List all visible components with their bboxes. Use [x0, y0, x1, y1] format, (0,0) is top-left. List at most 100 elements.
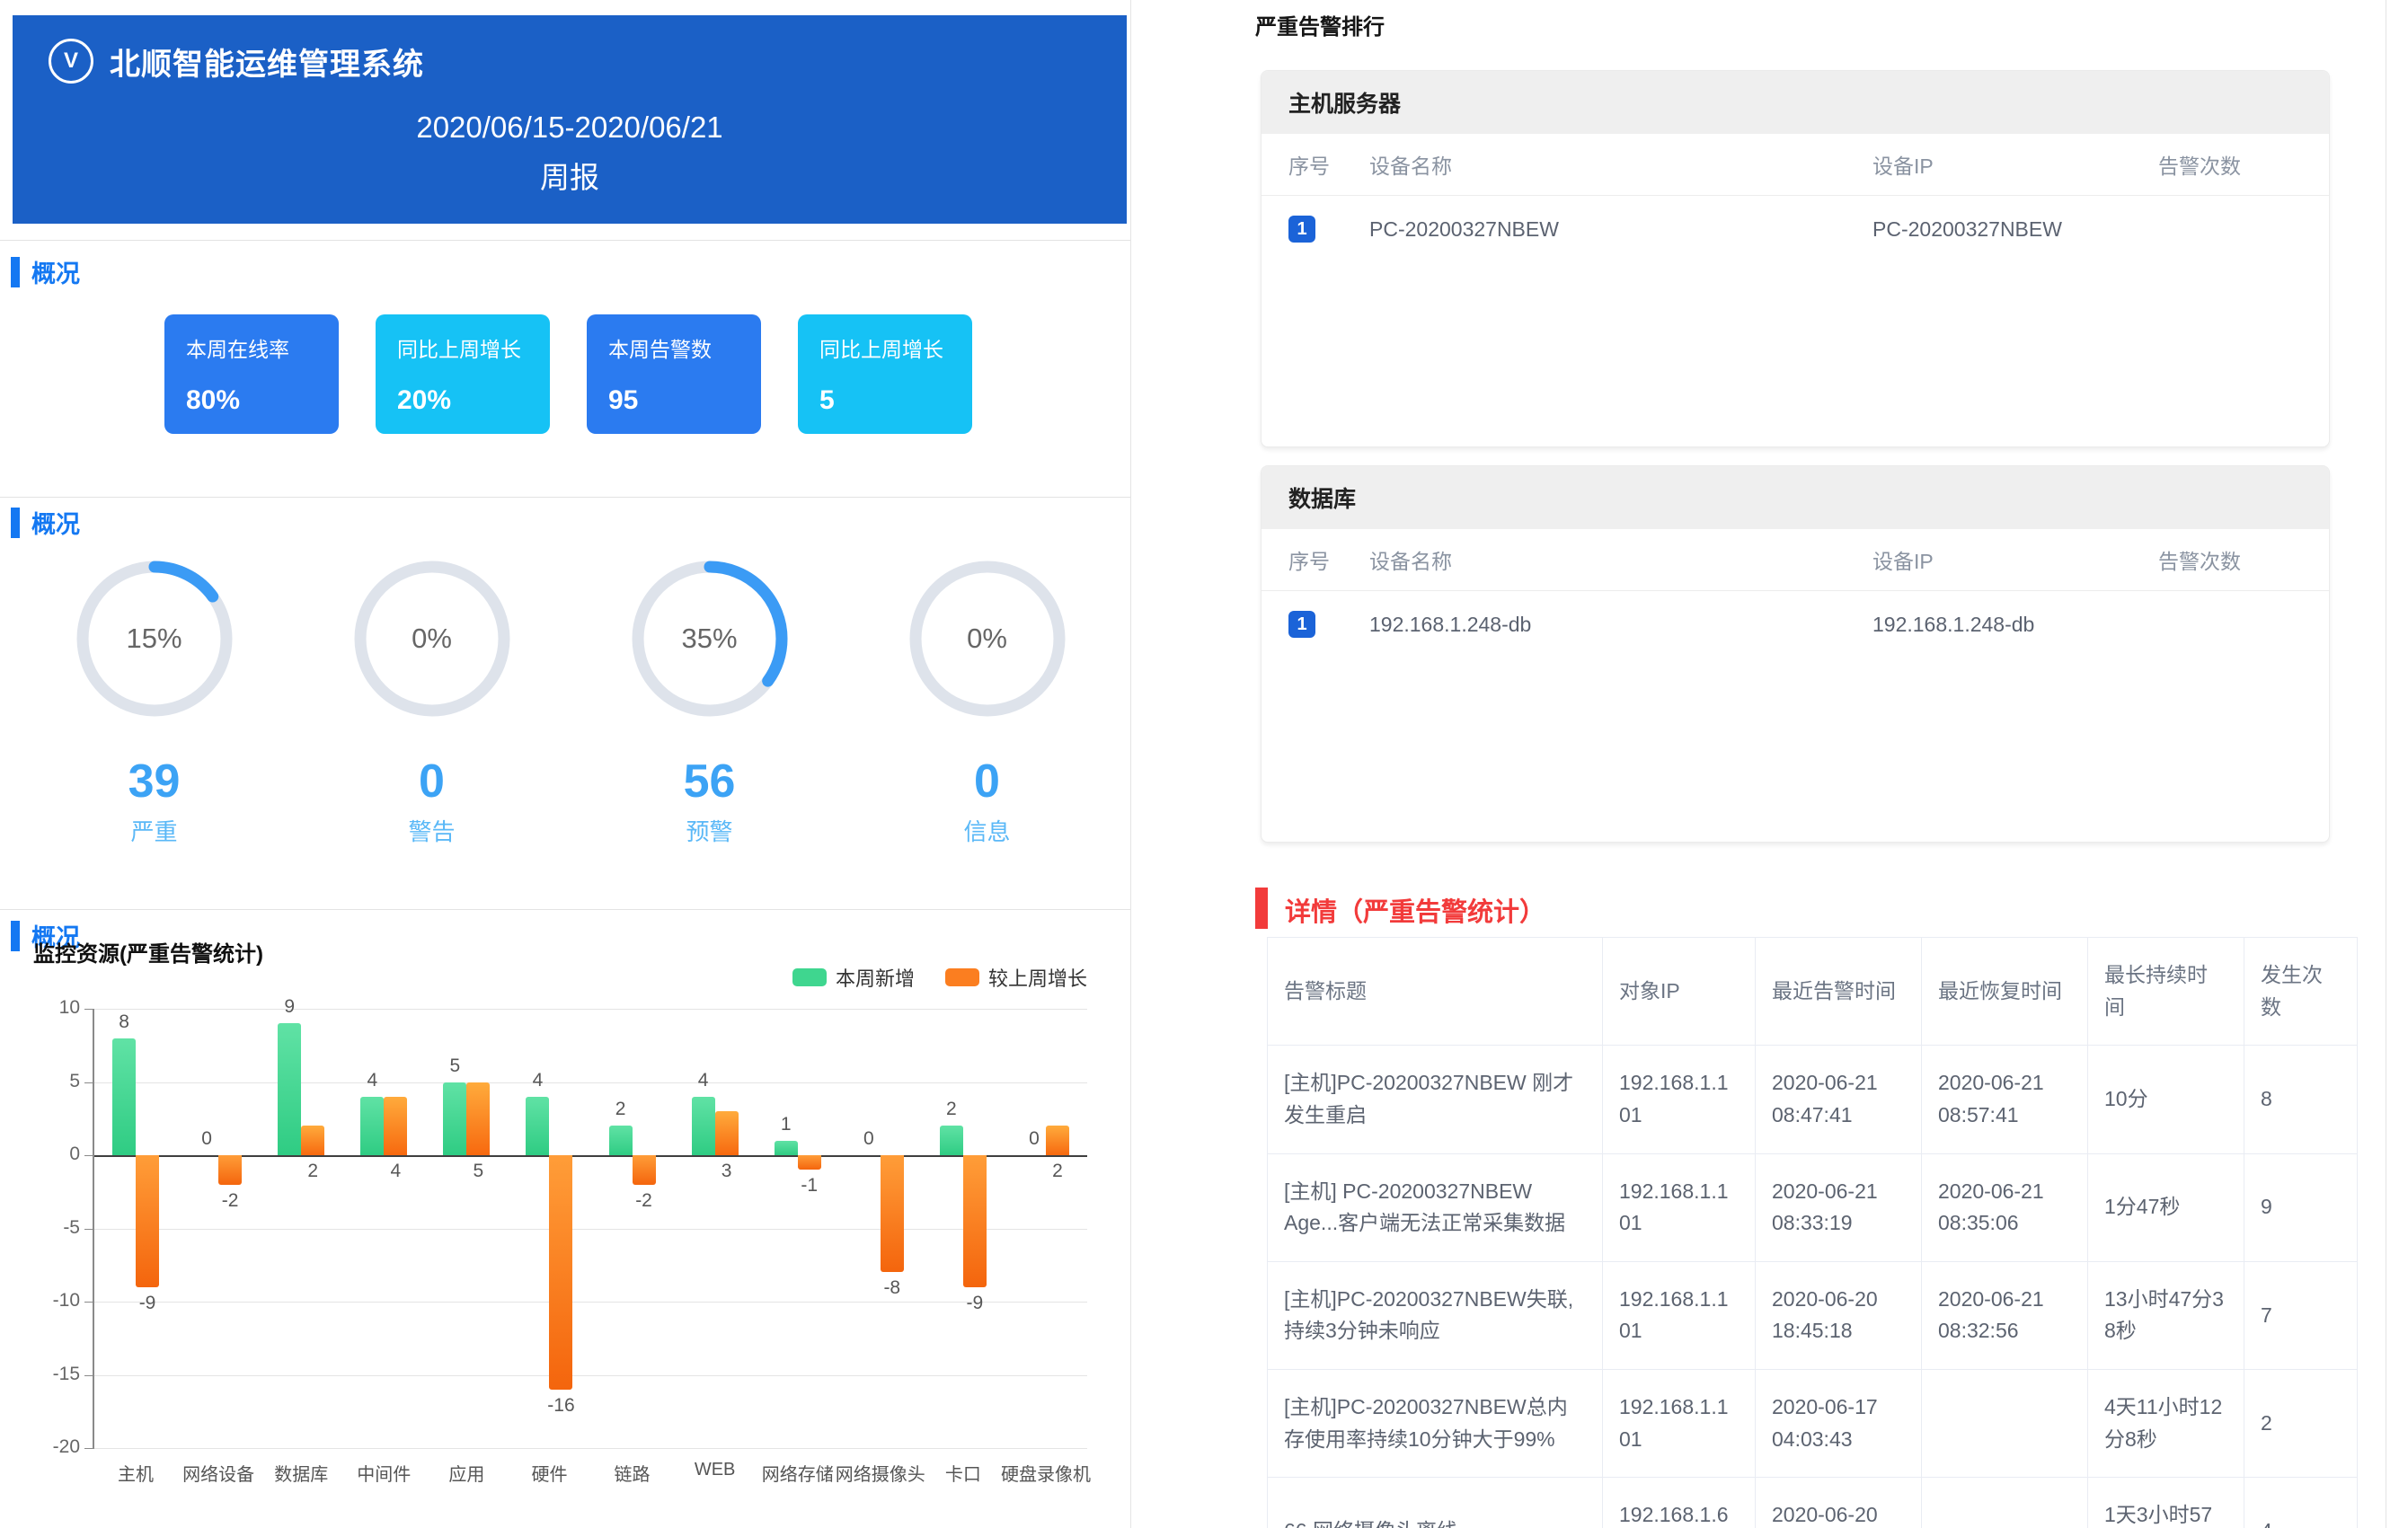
- rank-column-header: 序号: [1288, 149, 1369, 180]
- bar-pos: [112, 1038, 136, 1155]
- alarm-row: [主机]PC-20200327NBEW失联,持续3分钟未响应192.168.1.…: [1268, 1261, 2358, 1369]
- section-accent-bar: [11, 257, 20, 287]
- rank-index-badge: 1: [1288, 216, 1315, 243]
- alarm-cell: [主机]PC-20200327NBEW总内存使用率持续10分钟大于99%: [1268, 1370, 1603, 1478]
- alarm-column-header: 最近恢复时间: [1922, 938, 2088, 1046]
- brand: V 北顺智能运维管理系统: [49, 39, 424, 84]
- stat-cards-row: 本周在线率80%同比上周增长20%本周告警数95同比上周增长5: [164, 314, 972, 434]
- y-tick-label: -20: [37, 1436, 80, 1458]
- y-tick-mark: [84, 1448, 93, 1449]
- donuts-row: 15%39严重0%0警告35%56预警0%0信息: [15, 555, 1126, 847]
- rank-table-row: 1PC-20200327NBEWPC-20200327NBEW: [1262, 196, 2329, 262]
- donut-gauge: 0%0信息: [848, 555, 1126, 847]
- alarm-cell: 7: [2244, 1261, 2358, 1369]
- bar-pos: [466, 1082, 490, 1156]
- rank-index-cell: 1: [1288, 611, 1369, 638]
- alarm-cell: 2020-06-21 08:47:41: [1756, 1046, 1922, 1153]
- donut-label: 预警: [686, 814, 732, 847]
- alarm-row: 66 网络摄像头离线192.168.1.662020-06-20 11:18:2…: [1268, 1478, 2358, 1528]
- section-accent-bar: [11, 921, 20, 951]
- alarm-cell: 4天11小时12分8秒: [2088, 1370, 2244, 1478]
- donut-ring: 35%: [626, 555, 793, 722]
- stat-card: 本周在线率 80%: [164, 314, 339, 434]
- y-tick-mark: [84, 1229, 93, 1230]
- donut-percent: 35%: [626, 555, 793, 722]
- alarm-cell: 2020-06-21 08:57:41: [1922, 1046, 2088, 1153]
- bar-neg: [881, 1155, 904, 1272]
- legend-label: 本周新增: [836, 963, 915, 992]
- bar-neg: [798, 1155, 821, 1170]
- donut-label: 信息: [963, 814, 1010, 847]
- alarm-cell: 2020-06-17 04:03:43: [1756, 1370, 1922, 1478]
- donut-value: 56: [684, 758, 736, 805]
- stat-card-label: 同比上周增长: [397, 332, 528, 363]
- bar-pos: [940, 1126, 963, 1155]
- y-tick-label: 0: [37, 1144, 80, 1165]
- rank-card-title: 数据库: [1262, 466, 2329, 529]
- bar-value-label: 5: [419, 1055, 491, 1077]
- rank-table-row: 1192.168.1.248-db192.168.1.248-db: [1262, 591, 2329, 658]
- donut-value: 0: [974, 758, 1000, 805]
- left-panel: V 北顺智能运维管理系统 2020/06/15-2020/06/21 周报 概况…: [0, 0, 1131, 1528]
- bar-pos: [692, 1097, 715, 1155]
- alarm-cell: [主机]PC-20200327NBEW失联,持续3分钟未响应: [1268, 1261, 1603, 1369]
- alarm-column-header: 告警标题: [1268, 938, 1603, 1046]
- divider: [0, 240, 1130, 241]
- bar-value-label: 2: [916, 1099, 987, 1120]
- alarm-cell: 192.168.1.101: [1603, 1261, 1756, 1369]
- bar-value-label: 2: [277, 1161, 349, 1182]
- detail-title: 详情（严重告警统计）: [1285, 891, 1545, 929]
- gridline: [94, 1448, 1087, 1449]
- alarm-row: [主机]PC-20200327NBEW 刚才发生重启192.168.1.1012…: [1268, 1046, 2358, 1153]
- stat-card: 同比上周增长5: [798, 314, 972, 434]
- section-title-label: 概况: [31, 254, 80, 289]
- rank-column-header: 告警次数: [2158, 149, 2302, 180]
- alarm-cell: 8: [2244, 1046, 2358, 1153]
- device-name: 192.168.1.248-db: [1369, 613, 1872, 637]
- bar-pos: [443, 1082, 466, 1156]
- bar-neg: [633, 1155, 656, 1185]
- stat-card-label: 本周告警数: [608, 332, 739, 363]
- chart-legend: 本周新增 较上周增长: [792, 963, 1087, 992]
- rank-column-header: 序号: [1288, 544, 1369, 575]
- alarm-row: [主机] PC-20200327NBEW Age...客户端无法正常采集数据19…: [1268, 1153, 2358, 1261]
- report-type: 周报: [13, 154, 1127, 197]
- app-title: 北顺智能运维管理系统: [110, 40, 424, 84]
- alarm-column-header: 发生次数: [2244, 938, 2358, 1046]
- alarm-cell: 4: [2244, 1478, 2358, 1528]
- alarm-cell: 66 网络摄像头离线: [1268, 1478, 1603, 1528]
- section-title-overview-1: 概况: [11, 254, 80, 289]
- donut-value: 39: [128, 758, 181, 805]
- donut-label: 严重: [130, 814, 177, 847]
- bar-value-label: 5: [442, 1161, 514, 1182]
- legend-swatch-orange: [945, 968, 979, 986]
- alarm-cell: 192.168.1.101: [1603, 1046, 1756, 1153]
- bar-pos: [526, 1097, 549, 1155]
- y-tick-mark: [84, 1155, 93, 1156]
- donut-value: 0: [419, 758, 445, 805]
- y-tick-label: -10: [37, 1290, 80, 1312]
- x-category-label: 硬盘录像机: [992, 1460, 1100, 1486]
- stat-card-value: 80%: [186, 385, 317, 416]
- alarm-cell: 10分: [2088, 1046, 2244, 1153]
- stat-card: 本周告警数95: [587, 314, 761, 434]
- bar-pos: [609, 1126, 633, 1155]
- y-tick-label: -5: [37, 1217, 80, 1239]
- rank-table-header: 序号设备名称设备IP告警次数: [1262, 134, 2329, 196]
- bar-pos: [715, 1111, 739, 1155]
- alarm-cell: 192.168.1.101: [1603, 1153, 1756, 1261]
- donut-ring: 0%: [349, 555, 516, 722]
- right-panel: 严重告警排行 主机服务器序号设备名称设备IP告警次数1PC-20200327NB…: [1255, 0, 2386, 1528]
- stat-card-label: 本周在线率: [186, 332, 317, 363]
- bar-value-label: 0: [833, 1128, 905, 1150]
- rank-column-header: 告警次数: [2158, 544, 2302, 575]
- alarm-column-header: 对象IP: [1603, 938, 1756, 1046]
- alarm-cell: 2020-06-20 18:45:18: [1756, 1261, 1922, 1369]
- gridline: [94, 1375, 1087, 1376]
- alarm-cell: 192.168.1.66: [1603, 1478, 1756, 1528]
- bar-value-label: 1: [750, 1114, 822, 1135]
- rank-card: 主机服务器序号设备名称设备IP告警次数1PC-20200327NBEWPC-20…: [1261, 70, 2330, 447]
- bar-pos: [775, 1141, 798, 1155]
- detail-title-accent-bar: [1255, 888, 1268, 929]
- device-ip: 192.168.1.248-db: [1872, 613, 2158, 637]
